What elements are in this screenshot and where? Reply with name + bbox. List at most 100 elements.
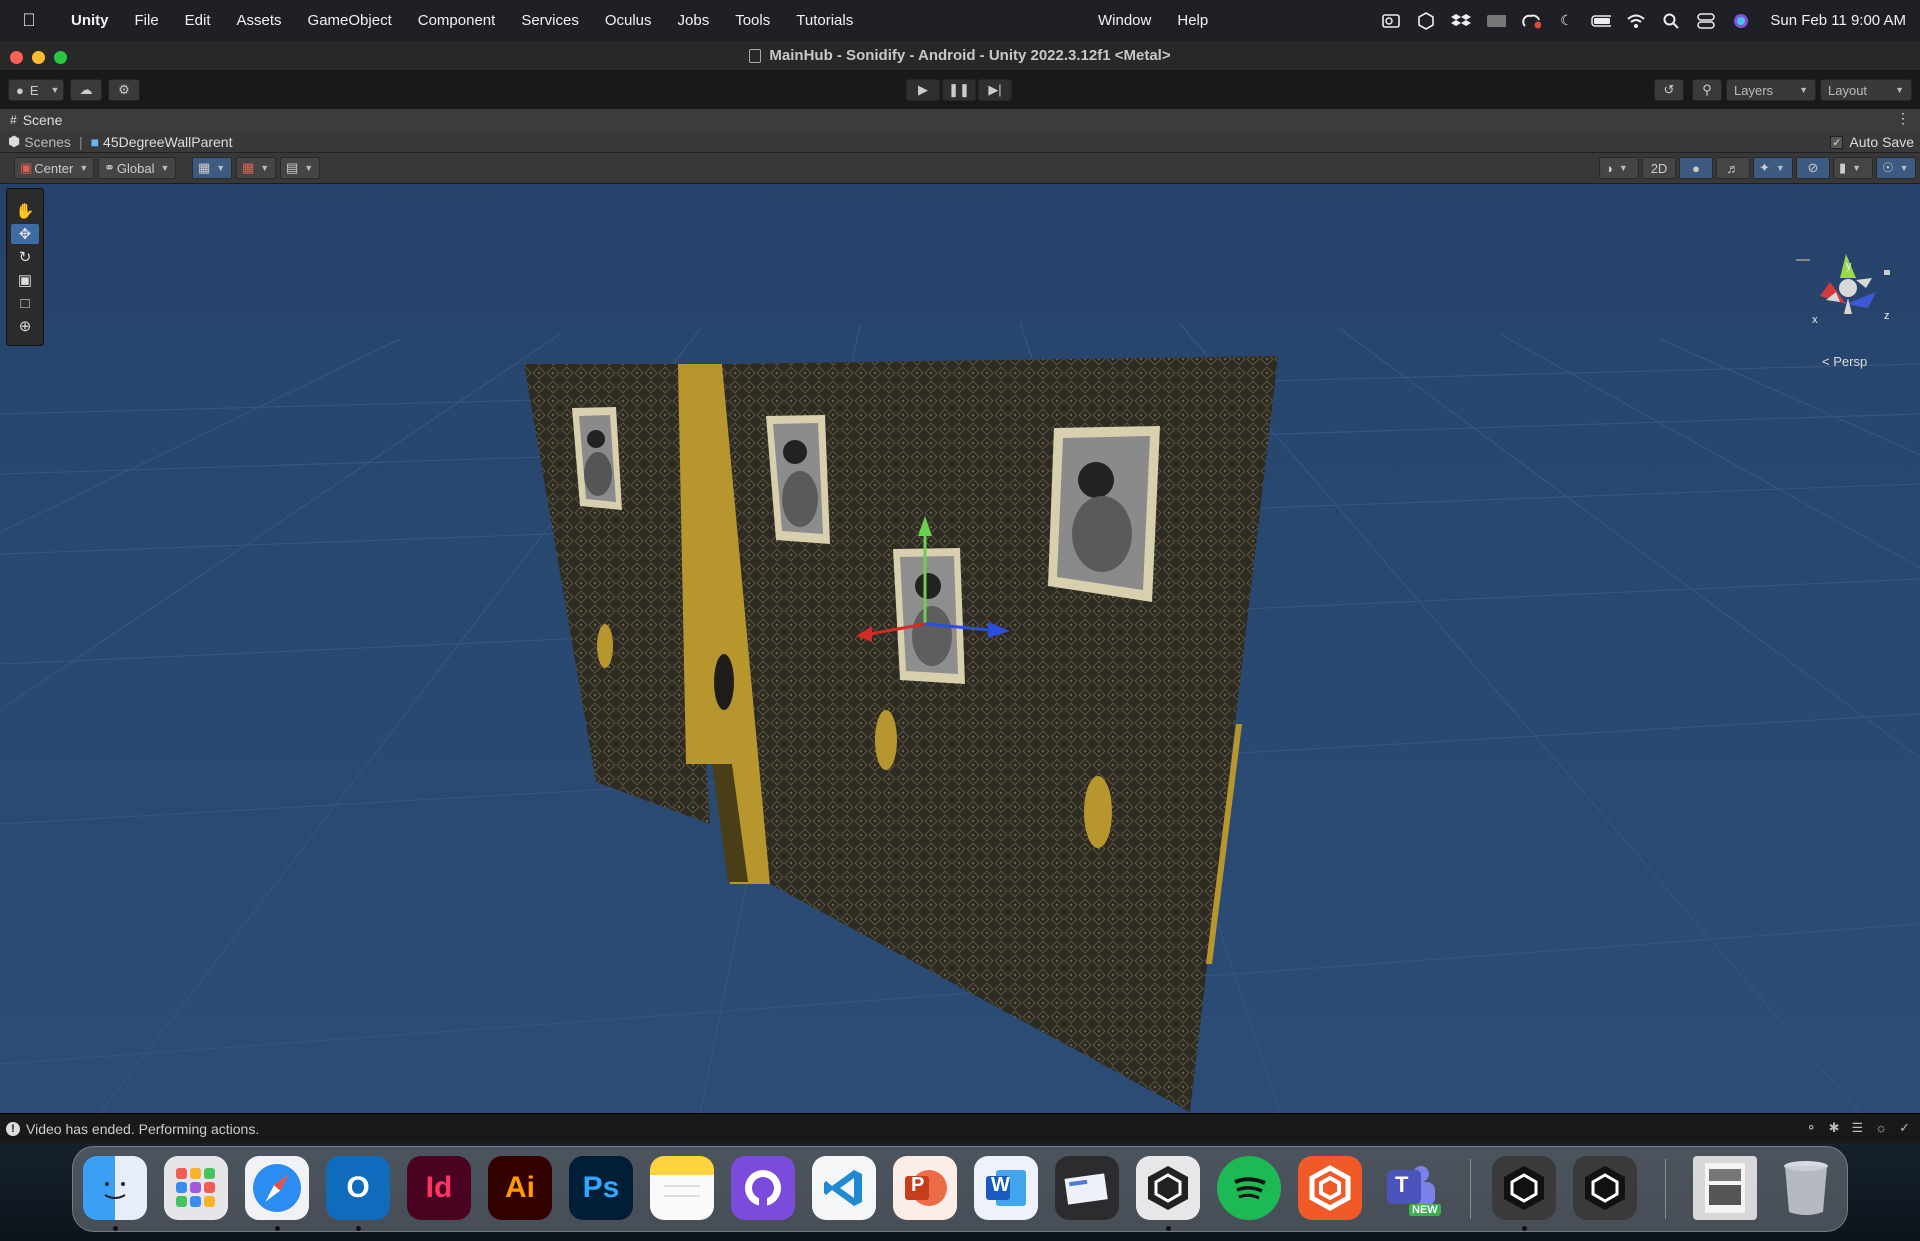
- debug-icon[interactable]: ✱: [1829, 1120, 1840, 1136]
- scale-tool-button[interactable]: ▣: [11, 270, 39, 290]
- mail-app-icon[interactable]: [1055, 1156, 1119, 1220]
- menu-gameobject[interactable]: GameObject: [295, 12, 405, 29]
- creative-cloud-icon[interactable]: [1521, 13, 1542, 29]
- spotlight-search-icon[interactable]: [1661, 13, 1681, 29]
- trash-icon[interactable]: [1774, 1156, 1838, 1220]
- more-options-icon[interactable]: ⋮: [1896, 110, 1910, 127]
- transform-tool-button[interactable]: ⊕: [11, 316, 39, 336]
- menu-window[interactable]: Window: [1085, 12, 1164, 29]
- rect-tool-button[interactable]: □: [11, 293, 39, 313]
- menu-jobs[interactable]: Jobs: [665, 12, 723, 29]
- auto-generate-lighting-icon[interactable]: ☼: [1875, 1120, 1887, 1136]
- tab-scene[interactable]: Scene: [23, 112, 63, 128]
- grid-visibility-dropdown[interactable]: ▦ ▼: [236, 157, 276, 179]
- unity-hub-icon[interactable]: [1136, 1156, 1200, 1220]
- breadcrumb-scenes[interactable]: Scenes: [24, 134, 71, 150]
- cloud-button[interactable]: ☁: [70, 79, 102, 101]
- unity-status-icon[interactable]: [1416, 11, 1436, 30]
- app-icon[interactable]: [1298, 1156, 1362, 1220]
- layers-dropdown[interactable]: Layers ▼: [1726, 79, 1816, 101]
- rect-icon: □: [20, 294, 30, 312]
- pivot-mode-dropdown[interactable]: ▣ Center ▼: [14, 157, 94, 179]
- unity-editor-icon[interactable]: [1492, 1156, 1556, 1220]
- menubar-clock[interactable]: Sun Feb 11 9:00 AM: [1770, 12, 1906, 29]
- draw-mode-dropdown[interactable]: ◑ ▼: [1599, 157, 1639, 179]
- control-center-icon[interactable]: [1696, 12, 1716, 29]
- search-button[interactable]: ⚲: [1692, 79, 1722, 101]
- menu-tutorials[interactable]: Tutorials: [783, 12, 866, 29]
- status-message[interactable]: Video has ended. Performing actions.: [26, 1121, 259, 1137]
- layout-dropdown[interactable]: Layout ▼: [1820, 79, 1912, 101]
- scene-visibility-toggle[interactable]: ⊘: [1796, 157, 1830, 179]
- photoshop-icon[interactable]: Ps: [569, 1156, 633, 1220]
- battery-icon[interactable]: [1591, 13, 1612, 29]
- spotify-icon[interactable]: [1217, 1156, 1281, 1220]
- powerpoint-icon[interactable]: P: [893, 1156, 957, 1220]
- menu-help[interactable]: Help: [1164, 12, 1221, 29]
- grid-snap-icon: ▦: [198, 160, 211, 175]
- close-window-button[interactable]: [10, 51, 23, 64]
- notes-icon[interactable]: [650, 1156, 714, 1220]
- audio-toggle[interactable]: ♬: [1716, 157, 1750, 179]
- step-button[interactable]: ▶|: [978, 79, 1012, 101]
- toggle-2d-button[interactable]: 2D: [1642, 157, 1676, 179]
- unity-editor-icon[interactable]: [1573, 1156, 1637, 1220]
- progress-icon[interactable]: ⚬: [1806, 1120, 1817, 1136]
- grid-snapping-toggle[interactable]: ▦ ▼: [192, 157, 232, 179]
- cache-server-icon[interactable]: ☰: [1852, 1120, 1864, 1136]
- menu-file[interactable]: File: [122, 12, 172, 29]
- menu-edit[interactable]: Edit: [172, 12, 224, 29]
- lighting-toggle[interactable]: ●: [1679, 157, 1713, 179]
- outlook-status-icon[interactable]: [1381, 13, 1401, 29]
- layout-label: Layout: [1828, 82, 1868, 98]
- increment-snap-dropdown[interactable]: ▤ ▼: [280, 157, 320, 179]
- gizmos-dropdown[interactable]: ☉ ▼: [1876, 157, 1916, 179]
- mac-menubar:  Unity File Edit Assets GameObject Comp…: [0, 0, 1920, 41]
- pivot-rotation-dropdown[interactable]: ⚭ Global ▼: [98, 157, 176, 179]
- menu-assets[interactable]: Assets: [224, 12, 295, 29]
- chevron-down-icon: ▼: [1852, 163, 1862, 173]
- dropbox-icon[interactable]: [1451, 13, 1472, 29]
- zoom-window-button[interactable]: [54, 51, 67, 64]
- auto-save-checkbox[interactable]: ✓: [1830, 135, 1844, 149]
- menu-oculus[interactable]: Oculus: [592, 12, 665, 29]
- undo-history-button[interactable]: ↺: [1654, 79, 1684, 101]
- camera-settings-dropdown[interactable]: ▮ ▼: [1833, 157, 1873, 179]
- powerpoint-label: P: [911, 1174, 925, 1196]
- menu-app-name[interactable]: Unity: [58, 12, 122, 29]
- scene-viewport[interactable]: y x z < Persp ✋ ✥ ↻ ▣ □ ⊕: [0, 184, 1920, 1113]
- rotate-tool-button[interactable]: ↻: [11, 247, 39, 267]
- teams-icon[interactable]: T NEW: [1379, 1156, 1443, 1220]
- word-icon[interactable]: W: [974, 1156, 1038, 1220]
- dock-separator: [1470, 1159, 1471, 1219]
- launchpad-icon[interactable]: [164, 1156, 228, 1220]
- move-tool-button[interactable]: ✥: [11, 224, 39, 244]
- illustrator-icon[interactable]: Ai: [488, 1156, 552, 1220]
- camera-icon: ▮: [1839, 160, 1847, 175]
- apple-logo-icon[interactable]: : [0, 10, 58, 31]
- pause-button[interactable]: ❚❚: [942, 79, 976, 101]
- drive-icon[interactable]: [1486, 13, 1507, 29]
- wifi-icon[interactable]: [1626, 13, 1646, 29]
- safari-icon[interactable]: [245, 1156, 309, 1220]
- play-button[interactable]: ▶: [906, 79, 940, 101]
- menu-tools[interactable]: Tools: [722, 12, 783, 29]
- collab-check-icon[interactable]: ✓: [1899, 1120, 1910, 1136]
- menu-services[interactable]: Services: [508, 12, 592, 29]
- menu-component[interactable]: Component: [405, 12, 509, 29]
- breadcrumb-prefab[interactable]: 45DegreeWallParent: [103, 134, 232, 150]
- vscode-icon[interactable]: [812, 1156, 876, 1220]
- unity-version-control-button[interactable]: ⚙: [108, 79, 140, 101]
- siri-icon[interactable]: [1731, 13, 1751, 29]
- minimize-window-button[interactable]: [32, 51, 45, 64]
- outlook-icon[interactable]: O: [326, 1156, 390, 1220]
- indesign-icon[interactable]: Id: [407, 1156, 471, 1220]
- moon-icon[interactable]: ☾: [1556, 12, 1576, 29]
- view-tool-button[interactable]: ✋: [11, 201, 39, 221]
- effects-dropdown[interactable]: ✦ ▼: [1753, 157, 1793, 179]
- finder-icon[interactable]: [83, 1156, 147, 1220]
- perspective-toggle[interactable]: < Persp: [1822, 354, 1867, 369]
- downloads-stack-icon[interactable]: [1693, 1156, 1757, 1220]
- github-desktop-icon[interactable]: [731, 1156, 795, 1220]
- account-dropdown[interactable]: ● E ▼: [8, 79, 64, 101]
